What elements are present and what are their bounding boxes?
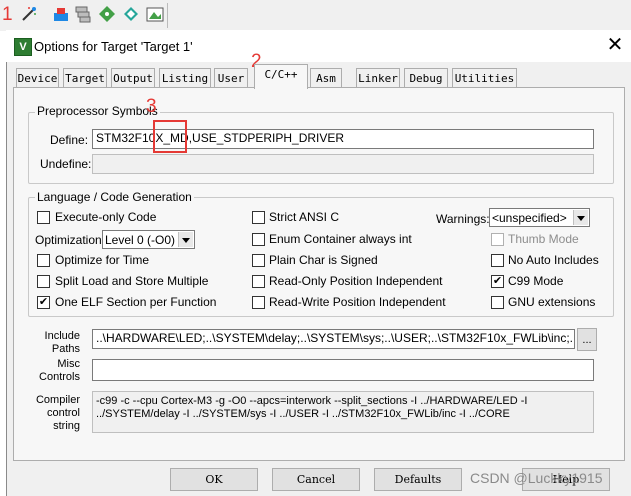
one-elf-checkbox[interactable]: ✔ xyxy=(37,296,50,309)
split-load-label: Split Load and Store Multiple xyxy=(55,274,209,288)
load-icon[interactable] xyxy=(52,5,70,23)
misc-controls-input[interactable] xyxy=(92,359,594,381)
plain-char-label: Plain Char is Signed xyxy=(269,253,378,267)
include-paths-browse-button[interactable]: ... xyxy=(577,328,597,351)
strict-ansi-label: Strict ANSI C xyxy=(269,210,340,224)
misc-controls-label-line2: Controls xyxy=(39,371,80,383)
manage-icon[interactable] xyxy=(146,5,164,23)
csdn-watermark: CSDN @Luckky1915 xyxy=(470,470,603,486)
split-load-checkbox[interactable] xyxy=(37,275,50,288)
toolbar-separator xyxy=(167,3,168,28)
tab-debug[interactable]: Debug xyxy=(404,68,448,88)
annotation-3: 3 xyxy=(146,96,157,117)
tab-linker[interactable]: Linker xyxy=(356,68,400,88)
define-label: Define: xyxy=(50,133,89,147)
compiler-string-line1: -c99 -c --cpu Cortex-M3 -g -O0 --apcs=in… xyxy=(96,395,528,407)
execute-only-checkbox[interactable] xyxy=(37,211,50,224)
plain-char-checkbox[interactable] xyxy=(252,254,265,267)
tab-asm[interactable]: Asm xyxy=(310,68,342,88)
enum-container-checkbox[interactable] xyxy=(252,233,265,246)
c99-mode-label: C99 Mode xyxy=(508,274,564,288)
compiler-string-label: Compiler control string xyxy=(24,394,80,433)
thumb-mode-label: Thumb Mode xyxy=(508,232,579,246)
undefine-label: Undefine: xyxy=(40,157,92,171)
annotation-1: 1 xyxy=(2,4,13,25)
optimization-select[interactable]: Level 0 (-O0) xyxy=(102,230,195,249)
keil-app-icon: V xyxy=(14,38,32,56)
compiler-string-label-line1: Compiler xyxy=(35,394,80,406)
defaults-button[interactable]: Defaults xyxy=(374,468,462,491)
c99-mode-checkbox[interactable]: ✔ xyxy=(491,275,504,288)
include-paths-label: Include Paths xyxy=(24,330,80,356)
compiler-string-label-line3: string xyxy=(53,420,80,432)
thumb-mode-checkbox[interactable] xyxy=(491,233,504,246)
cancel-button[interactable]: Cancel xyxy=(272,468,360,491)
tab-c-cpp[interactable]: C/C++ xyxy=(254,64,308,89)
include-paths-input[interactable]: ..\HARDWARE\LED;..\SYSTEM\delay;..\SYSTE… xyxy=(92,329,575,349)
no-auto-includes-checkbox[interactable] xyxy=(491,254,504,267)
rw-pi-checkbox[interactable] xyxy=(252,296,265,309)
preprocessor-legend: Preprocessor Symbols xyxy=(35,104,160,118)
chevron-down-icon xyxy=(573,210,588,225)
execute-only-label: Execute-only Code xyxy=(55,210,157,224)
optimization-label: Optimization: xyxy=(35,233,106,247)
ro-pi-label: Read-Only Position Independent xyxy=(269,274,443,288)
warnings-select[interactable]: <unspecified> xyxy=(489,208,590,227)
tab-utilities[interactable]: Utilities xyxy=(452,68,517,88)
ide-toolbar xyxy=(0,0,631,31)
compiler-string-box: -c99 -c --cpu Cortex-M3 -g -O0 --apcs=in… xyxy=(92,391,594,433)
tab-user[interactable]: User xyxy=(214,68,248,88)
options-icon[interactable] xyxy=(122,5,140,23)
strict-ansi-checkbox[interactable] xyxy=(252,211,265,224)
misc-controls-label: Misc Controls xyxy=(24,358,80,384)
ro-pi-checkbox[interactable] xyxy=(252,275,265,288)
dialog-titlebar: V Options for Target 'Target 1' ✕ xyxy=(6,30,631,62)
language-legend: Language / Code Generation xyxy=(35,190,194,204)
optimization-value: Level 0 (-O0) xyxy=(105,233,176,247)
dialog-title: Options for Target 'Target 1' xyxy=(34,39,193,54)
stack-icon[interactable] xyxy=(74,5,92,23)
magic-wand-icon[interactable] xyxy=(20,5,38,23)
diamond-icon[interactable] xyxy=(98,5,116,23)
tab-listing[interactable]: Listing xyxy=(159,68,211,88)
ok-button[interactable]: OK xyxy=(170,468,258,491)
annotation-highlight-box xyxy=(153,120,187,153)
gnu-extensions-checkbox[interactable] xyxy=(491,296,504,309)
include-paths-label-line1: Include xyxy=(44,330,80,342)
compiler-string-line2: ../SYSTEM/delay -I ../SYSTEM/sys -I ../U… xyxy=(96,408,510,420)
compiler-string-label-line2: control xyxy=(46,407,80,419)
optimize-time-checkbox[interactable] xyxy=(37,254,50,267)
optimize-time-label: Optimize for Time xyxy=(55,253,150,267)
tab-device[interactable]: Device xyxy=(16,68,59,88)
warnings-value: <unspecified> xyxy=(492,211,567,225)
chevron-down-icon xyxy=(178,232,193,247)
gnu-extensions-label: GNU extensions xyxy=(508,295,596,309)
no-auto-includes-label: No Auto Includes xyxy=(508,253,599,267)
enum-container-label: Enum Container always int xyxy=(269,232,412,246)
undefine-input[interactable] xyxy=(92,154,594,174)
tab-target[interactable]: Target xyxy=(63,68,107,88)
tab-output[interactable]: Output xyxy=(111,68,155,88)
rw-pi-label: Read-Write Position Independent xyxy=(269,295,446,309)
misc-controls-label-line1: Misc xyxy=(57,358,80,370)
close-icon[interactable]: ✕ xyxy=(604,34,626,56)
include-paths-label-line2: Paths xyxy=(51,343,80,355)
warnings-label: Warnings: xyxy=(436,212,490,226)
one-elf-label: One ELF Section per Function xyxy=(55,295,217,309)
